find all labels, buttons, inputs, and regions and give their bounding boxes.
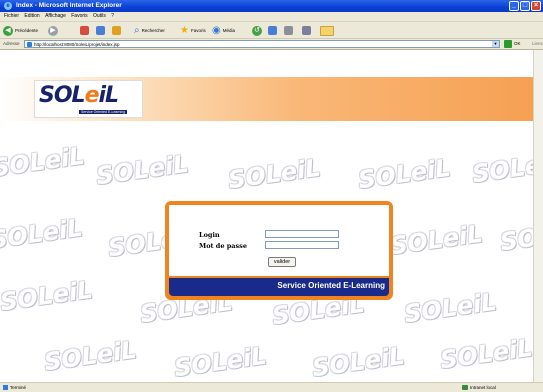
address-bar: Adresse http://localhost:8080/SoleiL/pro…: [0, 39, 543, 50]
back-button[interactable]: ◀ Précédente: [3, 25, 38, 36]
print-button[interactable]: [284, 25, 293, 36]
favorites-star-icon: ★: [180, 24, 189, 36]
home-button[interactable]: [112, 25, 121, 36]
address-url: http://localhost:8080/SoleiL/projet/inde…: [34, 42, 120, 47]
home-icon: [112, 26, 121, 35]
watermark-logo: SOLeiL: [498, 221, 534, 257]
close-button[interactable]: ×: [531, 1, 541, 11]
watermark-logo: SOLeiL: [402, 287, 499, 329]
watermark-logo: SOLeiL: [226, 153, 323, 195]
vertical-scrollbar[interactable]: [533, 50, 543, 382]
soleil-logo: SOLeiL Service Oriented E-Learning: [34, 80, 143, 118]
toolbar: ◀ Précédente ▶ ⌕ Rechercher ★ Favoris ◉ …: [0, 22, 543, 39]
back-label: Précédente: [15, 28, 39, 33]
favorites-button[interactable]: ★ Favoris: [180, 25, 206, 36]
edit-button[interactable]: [302, 25, 311, 36]
watermark-logo: SOLeiL: [388, 219, 485, 261]
watermark-logo: SOLeiL: [470, 150, 534, 189]
menu-fichier[interactable]: Fichier: [4, 12, 19, 21]
login-banner-text: Service Oriented E-Learning: [277, 281, 385, 290]
valider-button[interactable]: valider: [268, 257, 296, 267]
go-arrow-icon[interactable]: [504, 40, 512, 48]
search-icon: ⌕: [134, 24, 140, 36]
back-arrow-icon: ◀: [3, 25, 13, 36]
status-bar: Terminé Intranet local: [0, 382, 543, 392]
watermark-logo: SOLeiL: [0, 275, 95, 317]
stop-button[interactable]: [80, 25, 89, 36]
folder-icon: [320, 25, 334, 36]
forward-button[interactable]: ▶: [48, 25, 58, 36]
intranet-zone-icon: [462, 385, 468, 390]
zone-text: Intranet local: [470, 385, 496, 390]
logo-wordmark: SOLeiL: [39, 83, 119, 108]
address-label: Adresse: [3, 41, 20, 46]
browser-window: e Index - Microsoft Internet Explorer _ …: [0, 0, 543, 392]
print-icon: [284, 26, 293, 35]
edit-icon: [302, 26, 311, 35]
password-input[interactable]: [265, 241, 339, 249]
mail-button[interactable]: [268, 25, 277, 36]
maximize-button[interactable]: □: [520, 1, 530, 11]
watermark-logo: SOLeiL: [172, 341, 269, 382]
refresh-button[interactable]: [96, 25, 105, 36]
links-label[interactable]: Liens: [532, 41, 543, 46]
history-icon: ↺: [252, 25, 262, 36]
ie-logo-icon: e: [4, 2, 12, 10]
menu-affichage[interactable]: Affichage: [45, 12, 66, 21]
menu-help[interactable]: ?: [111, 12, 114, 21]
watermark-logo: SOLeiL: [438, 333, 534, 375]
watermark-logo: SOLeiL: [356, 153, 453, 195]
media-button[interactable]: ◉ Média: [212, 25, 235, 36]
media-icon: ◉: [212, 24, 221, 36]
minimize-button[interactable]: _: [509, 1, 519, 11]
status-text: Terminé: [10, 385, 27, 390]
menu-edition[interactable]: Edition: [24, 12, 39, 21]
window-title: Index - Microsoft Internet Explorer: [16, 2, 122, 9]
refresh-icon: [96, 26, 105, 35]
history-button[interactable]: ↺: [252, 25, 262, 36]
address-field[interactable]: http://localhost:8080/SoleiL/projet/inde…: [24, 40, 500, 48]
search-button[interactable]: ⌕ Rechercher: [134, 25, 165, 36]
go-button[interactable]: OK: [514, 41, 521, 46]
watermark-logo: SOLeiL: [0, 213, 85, 255]
menu-favoris[interactable]: Favoris: [71, 12, 87, 21]
address-dropdown-button[interactable]: ▼: [492, 41, 499, 47]
page-favicon-icon: [27, 42, 32, 47]
title-bar: e Index - Microsoft Internet Explorer _ …: [0, 0, 543, 12]
media-label: Média: [222, 28, 235, 33]
logo-subtitle: Service Oriented E-Learning: [79, 110, 128, 114]
mail-icon: [268, 26, 277, 35]
page-content: SOLeiL Service Oriented E-Learning SOLei…: [0, 50, 534, 382]
search-label: Rechercher: [141, 28, 165, 33]
login-box: Login Mot de passe valider Service Orien…: [165, 201, 393, 300]
password-label: Mot de passe: [199, 242, 247, 250]
login-banner: Service Oriented E-Learning: [169, 278, 389, 296]
menu-outils[interactable]: Outils: [93, 12, 106, 21]
login-form: Login Mot de passe valider: [169, 205, 389, 276]
watermark-logo: SOLeiL: [310, 341, 407, 382]
menu-bar: Fichier Edition Affichage Favoris Outils…: [0, 12, 543, 22]
watermark-logo: SOLeiL: [94, 149, 191, 191]
forward-arrow-icon: ▶: [48, 25, 58, 36]
watermark-logo: SOLeiL: [42, 335, 139, 377]
login-label: Login: [199, 231, 220, 239]
watermark-logo: SOLeiL: [0, 141, 87, 183]
login-input[interactable]: [265, 230, 339, 238]
folder-button[interactable]: [320, 25, 334, 36]
page-status-icon: [3, 385, 8, 390]
stop-icon: [80, 26, 89, 35]
favorites-label: Favoris: [190, 28, 206, 33]
